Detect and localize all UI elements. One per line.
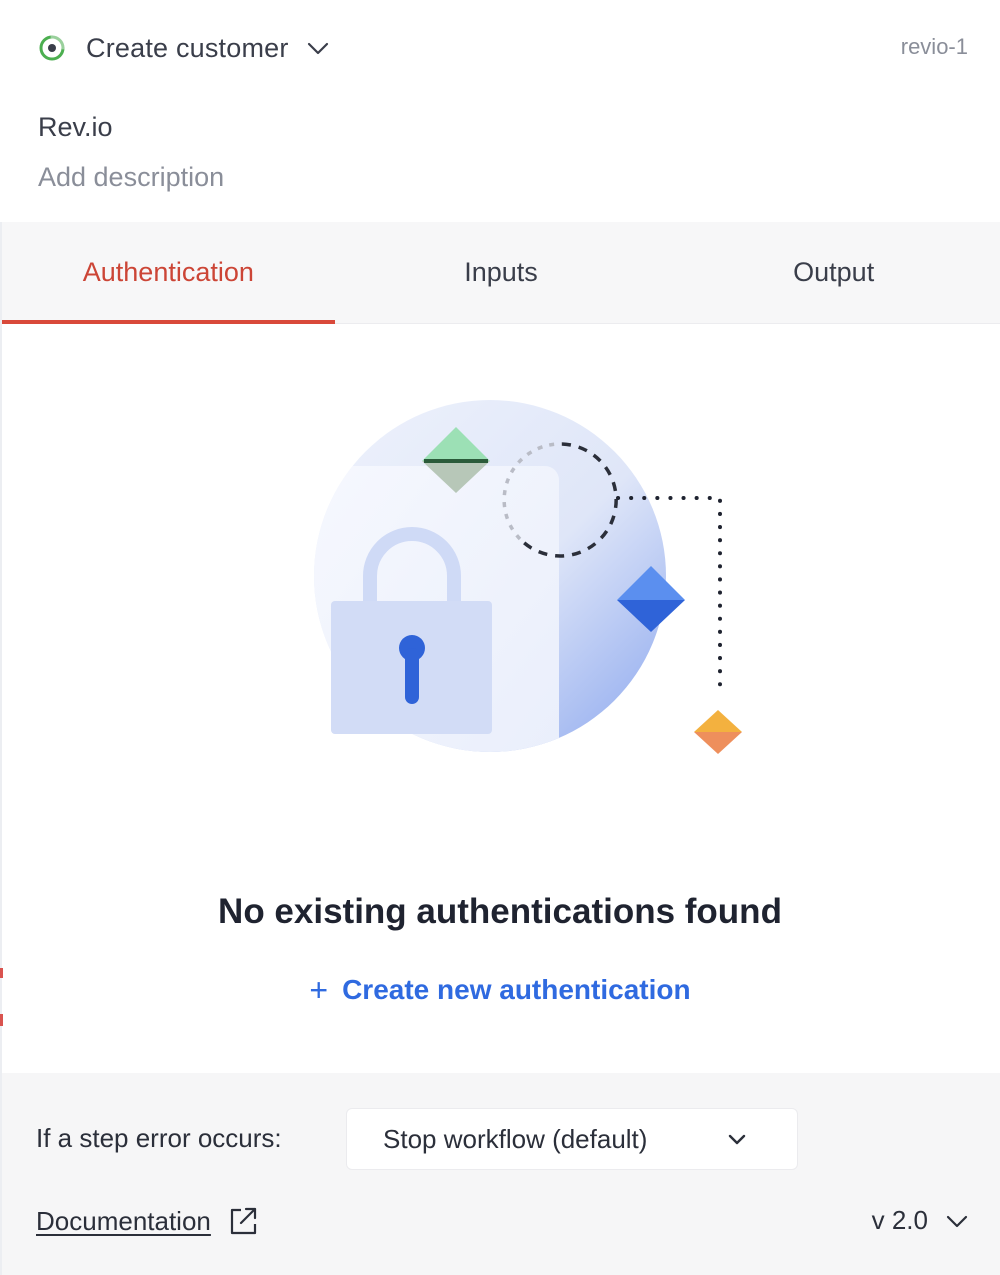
step-status-icon — [38, 34, 66, 62]
error-handling-value: Stop workflow (default) — [383, 1123, 648, 1154]
step-id: revio-1 — [900, 34, 968, 59]
description-field[interactable]: Add description — [38, 162, 224, 193]
tab-inputs[interactable]: Inputs — [335, 222, 668, 323]
documentation-link[interactable]: Documentation — [36, 1205, 259, 1237]
empty-state-title: No existing authentications found — [218, 892, 782, 931]
error-handling-select[interactable]: Stop workflow (default) — [346, 1108, 798, 1170]
plus-icon: + — [309, 972, 329, 1008]
documentation-label: Documentation — [36, 1205, 211, 1236]
external-link-icon — [227, 1205, 259, 1237]
tab-output[interactable]: Output — [667, 222, 1000, 323]
version-label: v 2.0 — [871, 1205, 928, 1235]
chevron-down-icon — [944, 1208, 970, 1234]
left-edge-marker — [0, 1014, 3, 1026]
step-title-row[interactable]: Create customer — [38, 26, 331, 70]
chevron-down-icon — [717, 1128, 757, 1150]
create-authentication-link[interactable]: + Create new authentication — [0, 974, 1000, 1006]
step-title: Create customer — [86, 32, 289, 63]
padlock-illustration — [314, 400, 742, 754]
version-select[interactable]: v 2.0 — [872, 1205, 970, 1236]
step-footer: If a step error occurs: Stop workflow (d… — [2, 1073, 1000, 1275]
app-name: Rev.io — [38, 112, 113, 142]
tab-authentication[interactable]: Authentication — [2, 222, 335, 324]
step-header: Create customer revio-1 Rev.io Add descr… — [0, 0, 1000, 222]
chevron-down-icon[interactable] — [305, 35, 331, 61]
tab-bar: Authentication Inputs Output — [2, 222, 1000, 324]
create-authentication-label: Create new authentication — [342, 974, 691, 1005]
error-handling-label: If a step error occurs: — [36, 1123, 282, 1153]
